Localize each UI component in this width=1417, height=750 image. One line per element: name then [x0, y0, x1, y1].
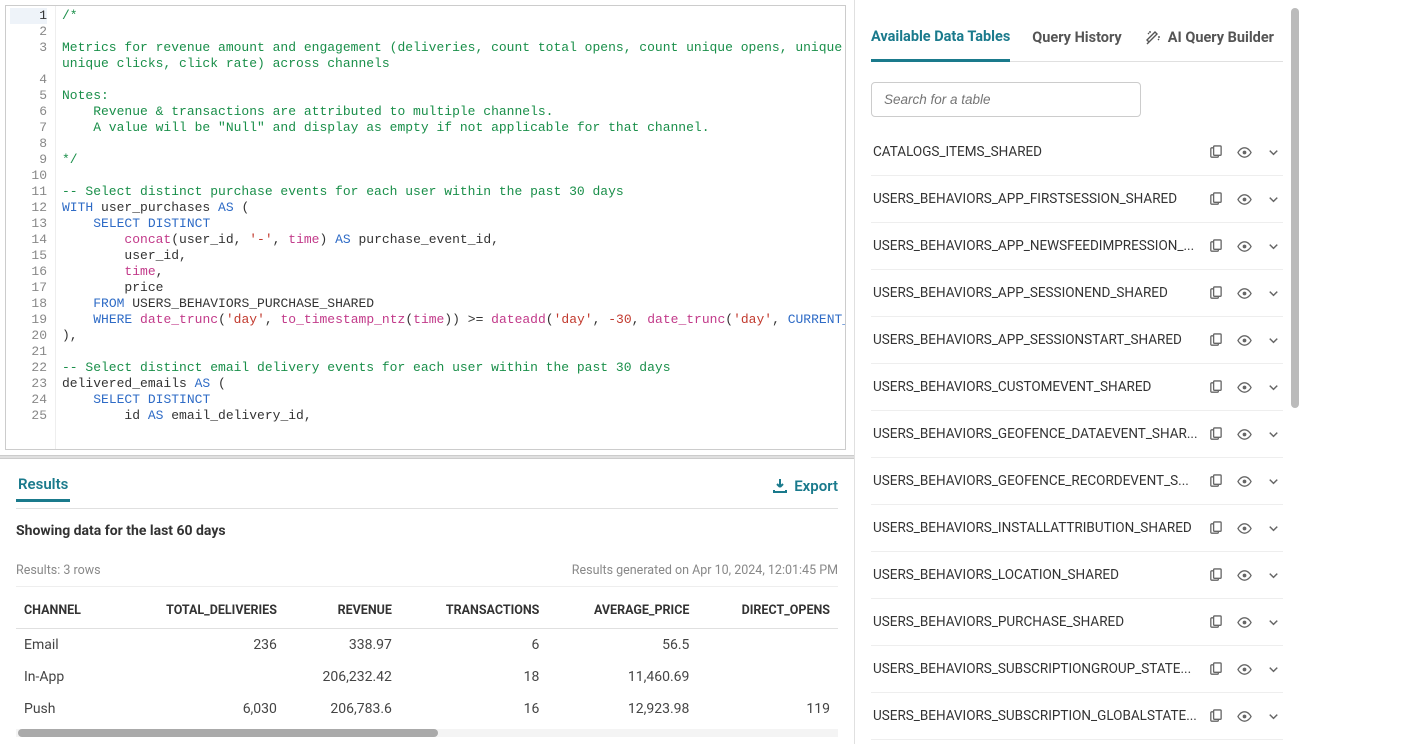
table-name: USERS_BEHAVIORS_APP_NEWSFEEDIMPRESSION_.…	[873, 238, 1208, 254]
download-icon	[772, 478, 788, 494]
chevron-down-icon[interactable]	[1266, 521, 1281, 536]
row-count-label: Results: 3 rows	[16, 563, 101, 578]
copy-icon[interactable]	[1208, 286, 1223, 301]
column-header[interactable]: REVENUE	[285, 593, 400, 629]
table-name: USERS_BEHAVIORS_GEOFENCE_RECORDEVENT_S..…	[873, 473, 1208, 489]
eye-icon[interactable]	[1237, 380, 1252, 395]
table-name: USERS_BEHAVIORS_CUSTOMEVENT_SHARED	[873, 379, 1208, 395]
table-item[interactable]: USERS_BEHAVIORS_PURCHASE_SHARED	[871, 599, 1283, 646]
tab-available-tables[interactable]: Available Data Tables	[871, 20, 1010, 62]
table-item[interactable]: CATALOGS_ITEMS_SHARED	[871, 129, 1283, 176]
column-header[interactable]: DIRECT_OPENS	[697, 593, 838, 629]
table-name: USERS_BEHAVIORS_APP_SESSIONEND_SHARED	[873, 285, 1208, 301]
chevron-down-icon[interactable]	[1266, 427, 1281, 442]
eye-icon[interactable]	[1237, 286, 1252, 301]
table-name: USERS_BEHAVIORS_SUBSCRIPTION_GLOBALSTATE…	[873, 708, 1208, 724]
eye-icon[interactable]	[1237, 333, 1252, 348]
chevron-down-icon[interactable]	[1266, 380, 1281, 395]
copy-icon[interactable]	[1208, 145, 1223, 160]
sidebar-panel: Available Data Tables Query History AI Q…	[855, 0, 1299, 750]
table-name: USERS_BEHAVIORS_GEOFENCE_DATAEVENT_SHAR.…	[873, 426, 1208, 442]
table-name: USERS_BEHAVIORS_INSTALLATTRIBUTION_SHARE…	[873, 520, 1208, 536]
table-row: Email236338.97656.5	[16, 629, 838, 662]
copy-icon[interactable]	[1208, 239, 1223, 254]
copy-icon[interactable]	[1208, 474, 1223, 489]
chevron-down-icon[interactable]	[1266, 286, 1281, 301]
column-header[interactable]: TRANSACTIONS	[400, 593, 547, 629]
table-row: Push6,030206,783.61612,923.98119	[16, 693, 838, 725]
vertical-scrollbar[interactable]	[1291, 8, 1299, 408]
table-name: USERS_BEHAVIORS_LOCATION_SHARED	[873, 567, 1208, 583]
chevron-down-icon[interactable]	[1266, 145, 1281, 160]
eye-icon[interactable]	[1237, 239, 1252, 254]
table-name: CATALOGS_ITEMS_SHARED	[873, 144, 1208, 160]
chevron-down-icon[interactable]	[1266, 568, 1281, 583]
copy-icon[interactable]	[1208, 380, 1223, 395]
table-name: USERS_BEHAVIORS_APP_FIRSTSESSION_SHARED	[873, 191, 1208, 207]
eye-icon[interactable]	[1237, 662, 1252, 677]
eye-icon[interactable]	[1237, 427, 1252, 442]
copy-icon[interactable]	[1208, 568, 1223, 583]
horizontal-scrollbar[interactable]	[16, 729, 838, 737]
copy-icon[interactable]	[1208, 427, 1223, 442]
copy-icon[interactable]	[1208, 192, 1223, 207]
chevron-down-icon[interactable]	[1266, 709, 1281, 724]
chevron-down-icon[interactable]	[1266, 615, 1281, 630]
table-item[interactable]: USERS_BEHAVIORS_GEOFENCE_RECORDEVENT_S..…	[871, 458, 1283, 505]
column-header[interactable]: AVERAGE_PRICE	[547, 593, 697, 629]
copy-icon[interactable]	[1208, 615, 1223, 630]
export-button[interactable]: Export	[772, 477, 838, 495]
table-item[interactable]: USERS_BEHAVIORS_CUSTOMEVENT_SHARED	[871, 364, 1283, 411]
code-area[interactable]: /*Metrics for revenue amount and engagem…	[56, 6, 845, 449]
eye-icon[interactable]	[1237, 474, 1252, 489]
wand-icon	[1144, 29, 1162, 47]
table-item[interactable]: USERS_BEHAVIORS_SUBSCRIPTIONGROUP_STATE.…	[871, 646, 1283, 693]
eye-icon[interactable]	[1237, 709, 1252, 724]
chevron-down-icon[interactable]	[1266, 192, 1281, 207]
eye-icon[interactable]	[1237, 521, 1252, 536]
table-item[interactable]: USERS_BEHAVIORS_GEOFENCE_DATAEVENT_SHAR.…	[871, 411, 1283, 458]
tab-query-history[interactable]: Query History	[1032, 21, 1121, 60]
chevron-down-icon[interactable]	[1266, 474, 1281, 489]
results-panel: Results Export Showing data for the last…	[0, 459, 854, 744]
table-item[interactable]: USERS_BEHAVIORS_LOCATION_SHARED	[871, 552, 1283, 599]
table-name: USERS_BEHAVIORS_APP_SESSIONSTART_SHARED	[873, 332, 1208, 348]
table-name: USERS_BEHAVIORS_PURCHASE_SHARED	[873, 614, 1208, 630]
eye-icon[interactable]	[1237, 192, 1252, 207]
table-list: CATALOGS_ITEMS_SHARED USERS_BEHAVIORS_APP…	[871, 129, 1283, 740]
table-item[interactable]: USERS_BEHAVIORS_SUBSCRIPTION_GLOBALSTATE…	[871, 693, 1283, 740]
copy-icon[interactable]	[1208, 521, 1223, 536]
column-header[interactable]: CHANNEL	[16, 593, 114, 629]
table-item[interactable]: USERS_BEHAVIORS_APP_SESSIONSTART_SHARED	[871, 317, 1283, 364]
table-row: In-App206,232.421811,460.69	[16, 661, 838, 693]
chevron-down-icon[interactable]	[1266, 662, 1281, 677]
copy-icon[interactable]	[1208, 333, 1223, 348]
horizontal-scrollbar-thumb[interactable]	[18, 729, 438, 737]
eye-icon[interactable]	[1237, 568, 1252, 583]
generated-timestamp: Results generated on Apr 10, 2024, 12:01…	[572, 563, 838, 578]
line-gutter: 1234567891011121314151617181920212223242…	[6, 6, 56, 449]
sql-editor[interactable]: 1234567891011121314151617181920212223242…	[5, 5, 846, 450]
eye-icon[interactable]	[1237, 145, 1252, 160]
chevron-down-icon[interactable]	[1266, 333, 1281, 348]
results-table: CHANNELTOTAL_DELIVERIESREVENUETRANSACTIO…	[16, 593, 838, 725]
table-name: USERS_BEHAVIORS_SUBSCRIPTIONGROUP_STATE.…	[873, 661, 1208, 677]
eye-icon[interactable]	[1237, 615, 1252, 630]
export-label: Export	[794, 477, 838, 495]
chevron-down-icon[interactable]	[1266, 239, 1281, 254]
tab-ai-query-builder[interactable]: AI Query Builder	[1144, 21, 1274, 61]
column-header[interactable]: TOTAL_DELIVERIES	[114, 593, 285, 629]
copy-icon[interactable]	[1208, 709, 1223, 724]
table-item[interactable]: USERS_BEHAVIORS_INSTALLATTRIBUTION_SHARE…	[871, 505, 1283, 552]
table-item[interactable]: USERS_BEHAVIORS_APP_NEWSFEEDIMPRESSION_.…	[871, 223, 1283, 270]
tab-ai-label: AI Query Builder	[1168, 29, 1274, 46]
search-input[interactable]	[871, 82, 1141, 117]
results-subtitle: Showing data for the last 60 days	[16, 523, 838, 539]
table-item[interactable]: USERS_BEHAVIORS_APP_SESSIONEND_SHARED	[871, 270, 1283, 317]
copy-icon[interactable]	[1208, 662, 1223, 677]
table-item[interactable]: USERS_BEHAVIORS_APP_FIRSTSESSION_SHARED	[871, 176, 1283, 223]
results-tab[interactable]: Results	[16, 469, 70, 502]
